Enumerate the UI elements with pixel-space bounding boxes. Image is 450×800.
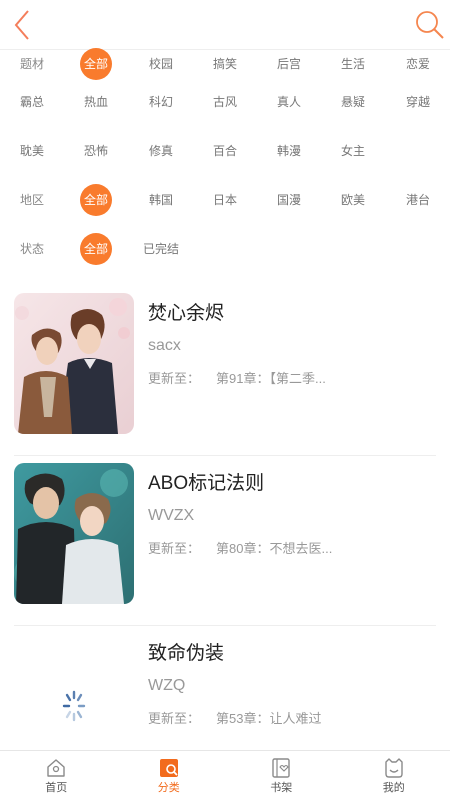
genre-option[interactable]: 百合 <box>207 135 243 167</box>
region-option[interactable]: 日本 <box>207 184 243 216</box>
tab-label: 分类 <box>157 782 180 794</box>
region-filter-row: 地区 全部 韩国 日本 国漫 欧美 港台 <box>0 178 450 227</box>
tab-label: 首页 <box>45 782 68 794</box>
genre-option[interactable]: 后宫 <box>271 48 307 80</box>
bookshelf-icon <box>272 758 290 778</box>
update-label: 更新至： <box>148 541 201 556</box>
search-icon <box>416 11 444 39</box>
comic-title[interactable]: 致命伪装 <box>148 638 224 665</box>
tab-profile[interactable]: 我的 <box>338 751 450 800</box>
genre-option[interactable]: 女主 <box>335 135 371 167</box>
genre-option[interactable]: 热血 <box>78 86 114 118</box>
status-filter-row: 状态 全部 已完结 <box>0 227 450 276</box>
category-icon <box>159 759 178 777</box>
comic-list: 焚心余烬 sacx 更新至： 第91章：【第二季... ABO标记法则 WVZX… <box>0 286 450 796</box>
comic-list-item[interactable]: 焚心余烬 sacx 更新至： 第91章：【第二季... <box>14 286 436 456</box>
tab-home[interactable]: 首页 <box>0 751 113 800</box>
comic-cover[interactable] <box>14 463 134 604</box>
tab-bookshelf[interactable]: 书架 <box>225 751 338 800</box>
comic-title[interactable]: 焚心余烬 <box>148 298 224 325</box>
region-option-all[interactable]: 全部 <box>80 184 112 216</box>
genre-option[interactable]: 修真 <box>143 135 179 167</box>
search-button[interactable] <box>414 9 446 41</box>
loading-spinner-icon <box>62 690 86 722</box>
genre-option[interactable]: 生活 <box>335 48 371 80</box>
genre-option[interactable]: 搞笑 <box>207 48 243 80</box>
region-filter-label: 地区 <box>19 193 44 207</box>
chevron-left-icon <box>14 10 29 40</box>
genre-option-all[interactable]: 全部 <box>80 48 112 80</box>
back-button[interactable] <box>8 8 38 42</box>
top-bar <box>0 0 450 50</box>
genre-option[interactable]: 真人 <box>271 86 307 118</box>
comic-author: WZQ <box>148 677 186 694</box>
update-label: 更新至： <box>148 711 201 726</box>
region-option[interactable]: 港台 <box>400 184 436 216</box>
tab-label: 书架 <box>270 782 293 794</box>
genre-option[interactable]: 悬疑 <box>335 86 371 118</box>
latest-chapter: 第53章：让人难过 <box>216 711 322 726</box>
region-option[interactable]: 欧美 <box>335 184 371 216</box>
comic-author: WVZX <box>148 507 195 524</box>
status-option-all[interactable]: 全部 <box>80 233 112 265</box>
genre-option[interactable]: 耽美 <box>14 135 50 167</box>
genre-filter-row: 耽美 恐怖 修真 百合 韩漫 女主 <box>0 129 450 178</box>
comic-latest-update: 更新至： 第53章：让人难过 <box>148 708 321 727</box>
genre-option[interactable]: 恐怖 <box>78 135 114 167</box>
comic-latest-update: 更新至： 第80章：不想去医... <box>148 538 332 557</box>
genre-filter-label: 题材 <box>19 57 44 71</box>
region-option[interactable]: 国漫 <box>271 184 307 216</box>
update-label: 更新至： <box>148 371 201 386</box>
genre-option[interactable]: 韩漫 <box>271 135 307 167</box>
latest-chapter: 第91章：【第二季... <box>216 371 326 386</box>
comic-title[interactable]: ABO标记法则 <box>148 468 264 495</box>
genre-option[interactable]: 校园 <box>143 48 179 80</box>
genre-filter-row: 题材 全部 校园 搞笑 后宫 生活 恋爱 <box>0 48 450 80</box>
comic-latest-update: 更新至： 第91章：【第二季... <box>148 368 326 387</box>
genre-filter-row: 霸总 热血 科幻 古风 真人 悬疑 穿越 <box>0 80 450 129</box>
status-option[interactable]: 已完结 <box>143 233 179 265</box>
genre-option[interactable]: 穿越 <box>400 86 436 118</box>
profile-icon <box>385 758 403 778</box>
latest-chapter: 第80章：不想去医... <box>216 541 333 556</box>
genre-option[interactable]: 科幻 <box>143 86 179 118</box>
comic-cover[interactable] <box>14 293 134 434</box>
region-option[interactable]: 韩国 <box>143 184 179 216</box>
comic-list-item[interactable]: ABO标记法则 WVZX 更新至： 第80章：不想去医... <box>14 456 436 626</box>
home-icon <box>47 759 65 777</box>
bottom-tab-bar: 首页 分类 书架 我的 <box>0 750 450 800</box>
filter-panel: 题材 全部 校园 搞笑 后宫 生活 恋爱 霸总 热血 科幻 古风 真人 悬疑 穿… <box>0 48 450 276</box>
tab-category[interactable]: 分类 <box>113 751 226 800</box>
genre-option[interactable]: 古风 <box>207 86 243 118</box>
comic-author: sacx <box>148 337 181 354</box>
genre-option[interactable]: 恋爱 <box>400 48 436 80</box>
tab-label: 我的 <box>382 782 405 794</box>
genre-option[interactable]: 霸总 <box>14 86 50 118</box>
status-filter-label: 状态 <box>19 242 44 256</box>
